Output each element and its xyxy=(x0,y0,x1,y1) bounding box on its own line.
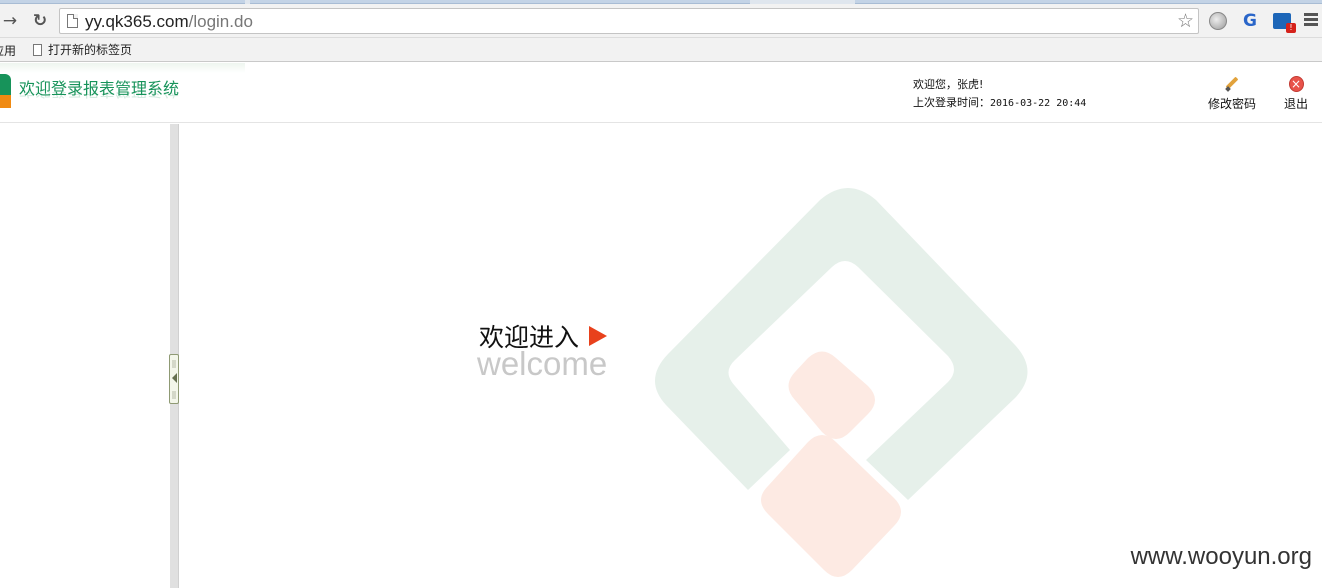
extension-icon[interactable]: ! xyxy=(1273,13,1296,33)
collapse-sidebar-handle[interactable] xyxy=(169,354,179,404)
grip-icon xyxy=(172,360,176,368)
page-icon xyxy=(33,43,42,56)
play-arrow-icon xyxy=(589,326,608,346)
change-password-label: 修改密码 xyxy=(1208,97,1257,111)
star-icon[interactable]: ☆ xyxy=(1177,10,1194,32)
welcome-subheading: welcome xyxy=(477,345,608,382)
pencil-icon xyxy=(1224,76,1240,92)
grip-icon xyxy=(172,391,176,399)
logo-icon-accent xyxy=(0,95,11,108)
change-password-button[interactable]: 修改密码 xyxy=(1208,76,1256,112)
forward-arrow-icon[interactable]: → xyxy=(0,11,20,31)
logout-button[interactable]: × 退出 xyxy=(1284,76,1308,112)
url-path: /login.do xyxy=(188,12,253,31)
logout-label: 退出 xyxy=(1284,97,1309,111)
watermark-text: www.wooyun.org xyxy=(1130,543,1312,570)
last-login-time: 2016-03-22 20:44 xyxy=(990,98,1087,109)
address-bar[interactable]: yy.qk365.com/login.do ☆ xyxy=(59,8,1199,34)
logo-icon xyxy=(0,74,11,95)
app-title-reflection: 欢迎登录报表管理系统 xyxy=(19,92,179,104)
greeting-text: 欢迎您，张虎! xyxy=(913,78,984,91)
app-header: 欢迎登录报表管理系统 欢迎登录报表管理系统 欢迎您，张虎! 上次登录时间：201… xyxy=(0,63,1322,123)
extension-badge: ! xyxy=(1286,23,1296,33)
sidebar xyxy=(0,124,170,588)
browser-menu-icon[interactable] xyxy=(1304,13,1318,27)
close-circle-icon: × xyxy=(1288,76,1304,92)
browser-toolbar: → ↻ yy.qk365.com/login.do ☆ G ! xyxy=(0,4,1322,38)
bookmark-new-tab[interactable]: 打开新的标签页 xyxy=(33,41,132,58)
url-host: yy.qk365.com xyxy=(85,12,189,31)
bookmark-new-tab-label: 打开新的标签页 xyxy=(48,43,133,57)
background-logo-watermark xyxy=(654,188,1028,577)
url-text[interactable]: yy.qk365.com/login.do xyxy=(85,12,253,32)
chevron-left-icon xyxy=(172,373,177,383)
globe-extension-icon[interactable] xyxy=(1209,12,1227,30)
main-content xyxy=(180,124,1322,588)
bookmark-apps[interactable]: 应用 xyxy=(0,42,16,59)
logo-shade xyxy=(0,63,245,73)
watermark-diamond-top xyxy=(788,351,875,439)
g-extension-icon[interactable]: G xyxy=(1241,12,1259,30)
reload-icon[interactable]: ↻ xyxy=(30,11,50,31)
page-icon xyxy=(67,14,78,28)
bookmarks-bar: 应用 打开新的标签页 xyxy=(0,38,1322,62)
user-info: 欢迎您，张虎! 上次登录时间：2016-03-22 20:44 xyxy=(913,76,1086,113)
last-login: 上次登录时间：2016-03-22 20:44 xyxy=(913,94,1086,113)
last-login-label: 上次登录时间： xyxy=(913,96,990,109)
